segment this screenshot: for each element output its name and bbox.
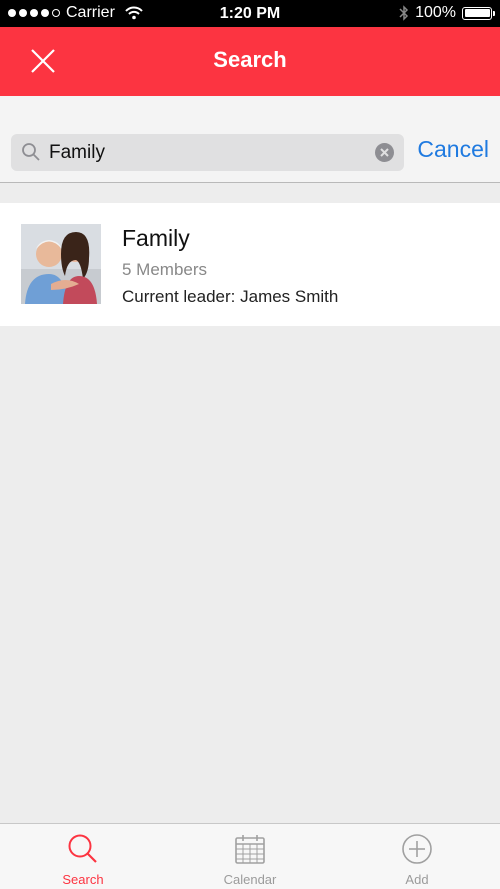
navigation-bar: Search (0, 27, 500, 96)
search-input[interactable] (49, 138, 369, 167)
group-leader: Current leader: James Smith (122, 287, 339, 306)
add-icon (402, 834, 432, 864)
search-icon (68, 834, 97, 863)
battery-icon (462, 6, 495, 20)
tab-label-add: Add (405, 872, 429, 887)
search-field[interactable] (11, 134, 404, 171)
page-title: Search (213, 47, 287, 72)
tab-add[interactable]: Add (334, 824, 500, 889)
calendar-icon (235, 835, 265, 864)
clear-icon[interactable] (375, 143, 394, 162)
cancel-button[interactable]: Cancel (417, 136, 489, 163)
family-photo-image (21, 224, 101, 304)
search-bar: Cancel (0, 96, 500, 183)
tab-label-search: Search (62, 872, 104, 887)
search-icon (22, 143, 40, 161)
status-bar: Carrier 1:20 PM 100% (0, 0, 500, 27)
tab-search[interactable]: Search (0, 824, 166, 889)
group-thumbnail (21, 224, 101, 304)
close-icon[interactable] (24, 42, 62, 80)
member-count: 5 Members (122, 260, 208, 279)
search-result-row[interactable]: Family 5 Members Current leader: James S… (0, 203, 500, 326)
tab-bar: Search Calendar Add (0, 823, 500, 889)
group-name: Family (122, 225, 190, 251)
battery-group: 100% (399, 4, 495, 22)
battery-percent: 100% (415, 4, 456, 21)
bluetooth-icon (399, 5, 409, 21)
tab-calendar[interactable]: Calendar (167, 824, 333, 889)
tab-label-calendar: Calendar (223, 872, 277, 887)
